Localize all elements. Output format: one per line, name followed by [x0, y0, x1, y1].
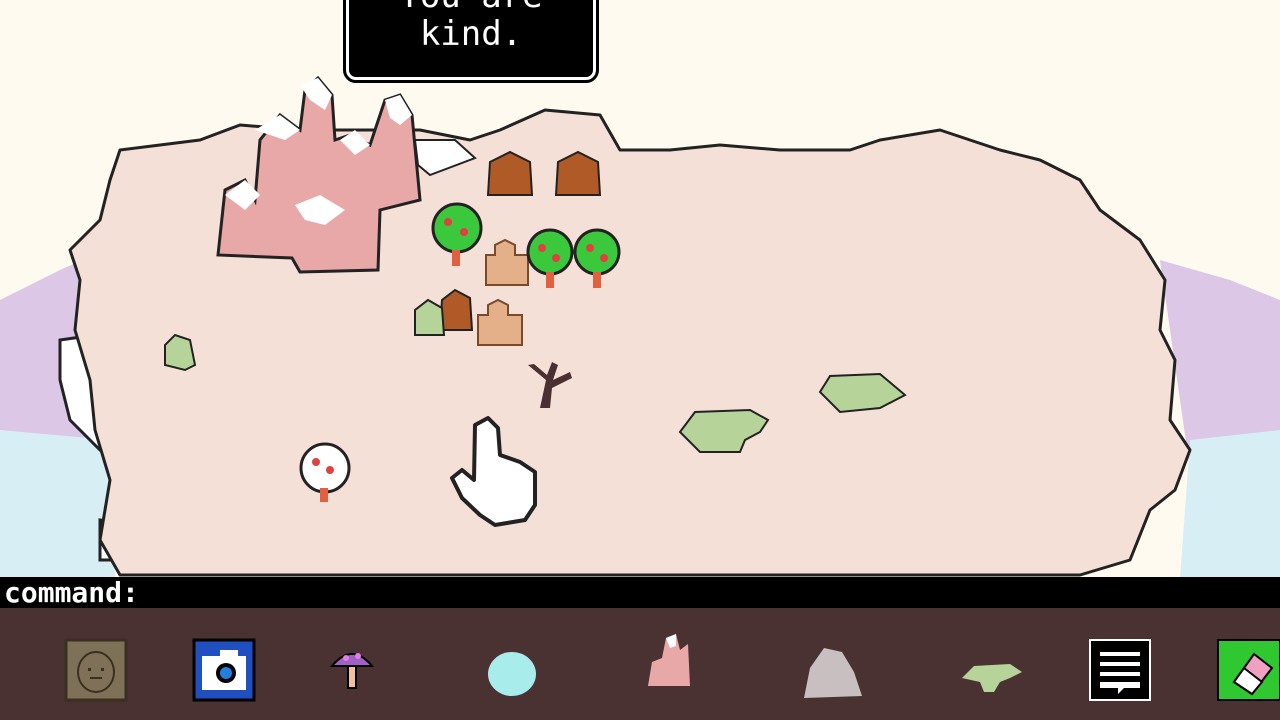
- rock-tool-button[interactable]: [800, 638, 864, 702]
- eraser-tool-button[interactable]: [1216, 638, 1280, 702]
- speech-line-1: You are: [349, 0, 593, 15]
- command-label: command:: [4, 576, 139, 609]
- command-bar[interactable]: command:: [0, 577, 1280, 608]
- lizard-tool-button[interactable]: [960, 638, 1024, 702]
- creature-face-tool-button[interactable]: [64, 638, 128, 702]
- island: [68, 108, 1192, 577]
- speech-tool-button[interactable]: [1088, 638, 1152, 702]
- speech-bubble: You are kind.: [343, 0, 599, 83]
- camera-tool-button[interactable]: [192, 638, 256, 702]
- water-drop-tool-button[interactable]: [480, 638, 544, 702]
- mountain-tool-button[interactable]: [640, 624, 704, 688]
- toolbar: [0, 608, 1280, 720]
- mushroom-tool-button[interactable]: [320, 638, 384, 702]
- speech-line-2: kind.: [419, 14, 523, 54]
